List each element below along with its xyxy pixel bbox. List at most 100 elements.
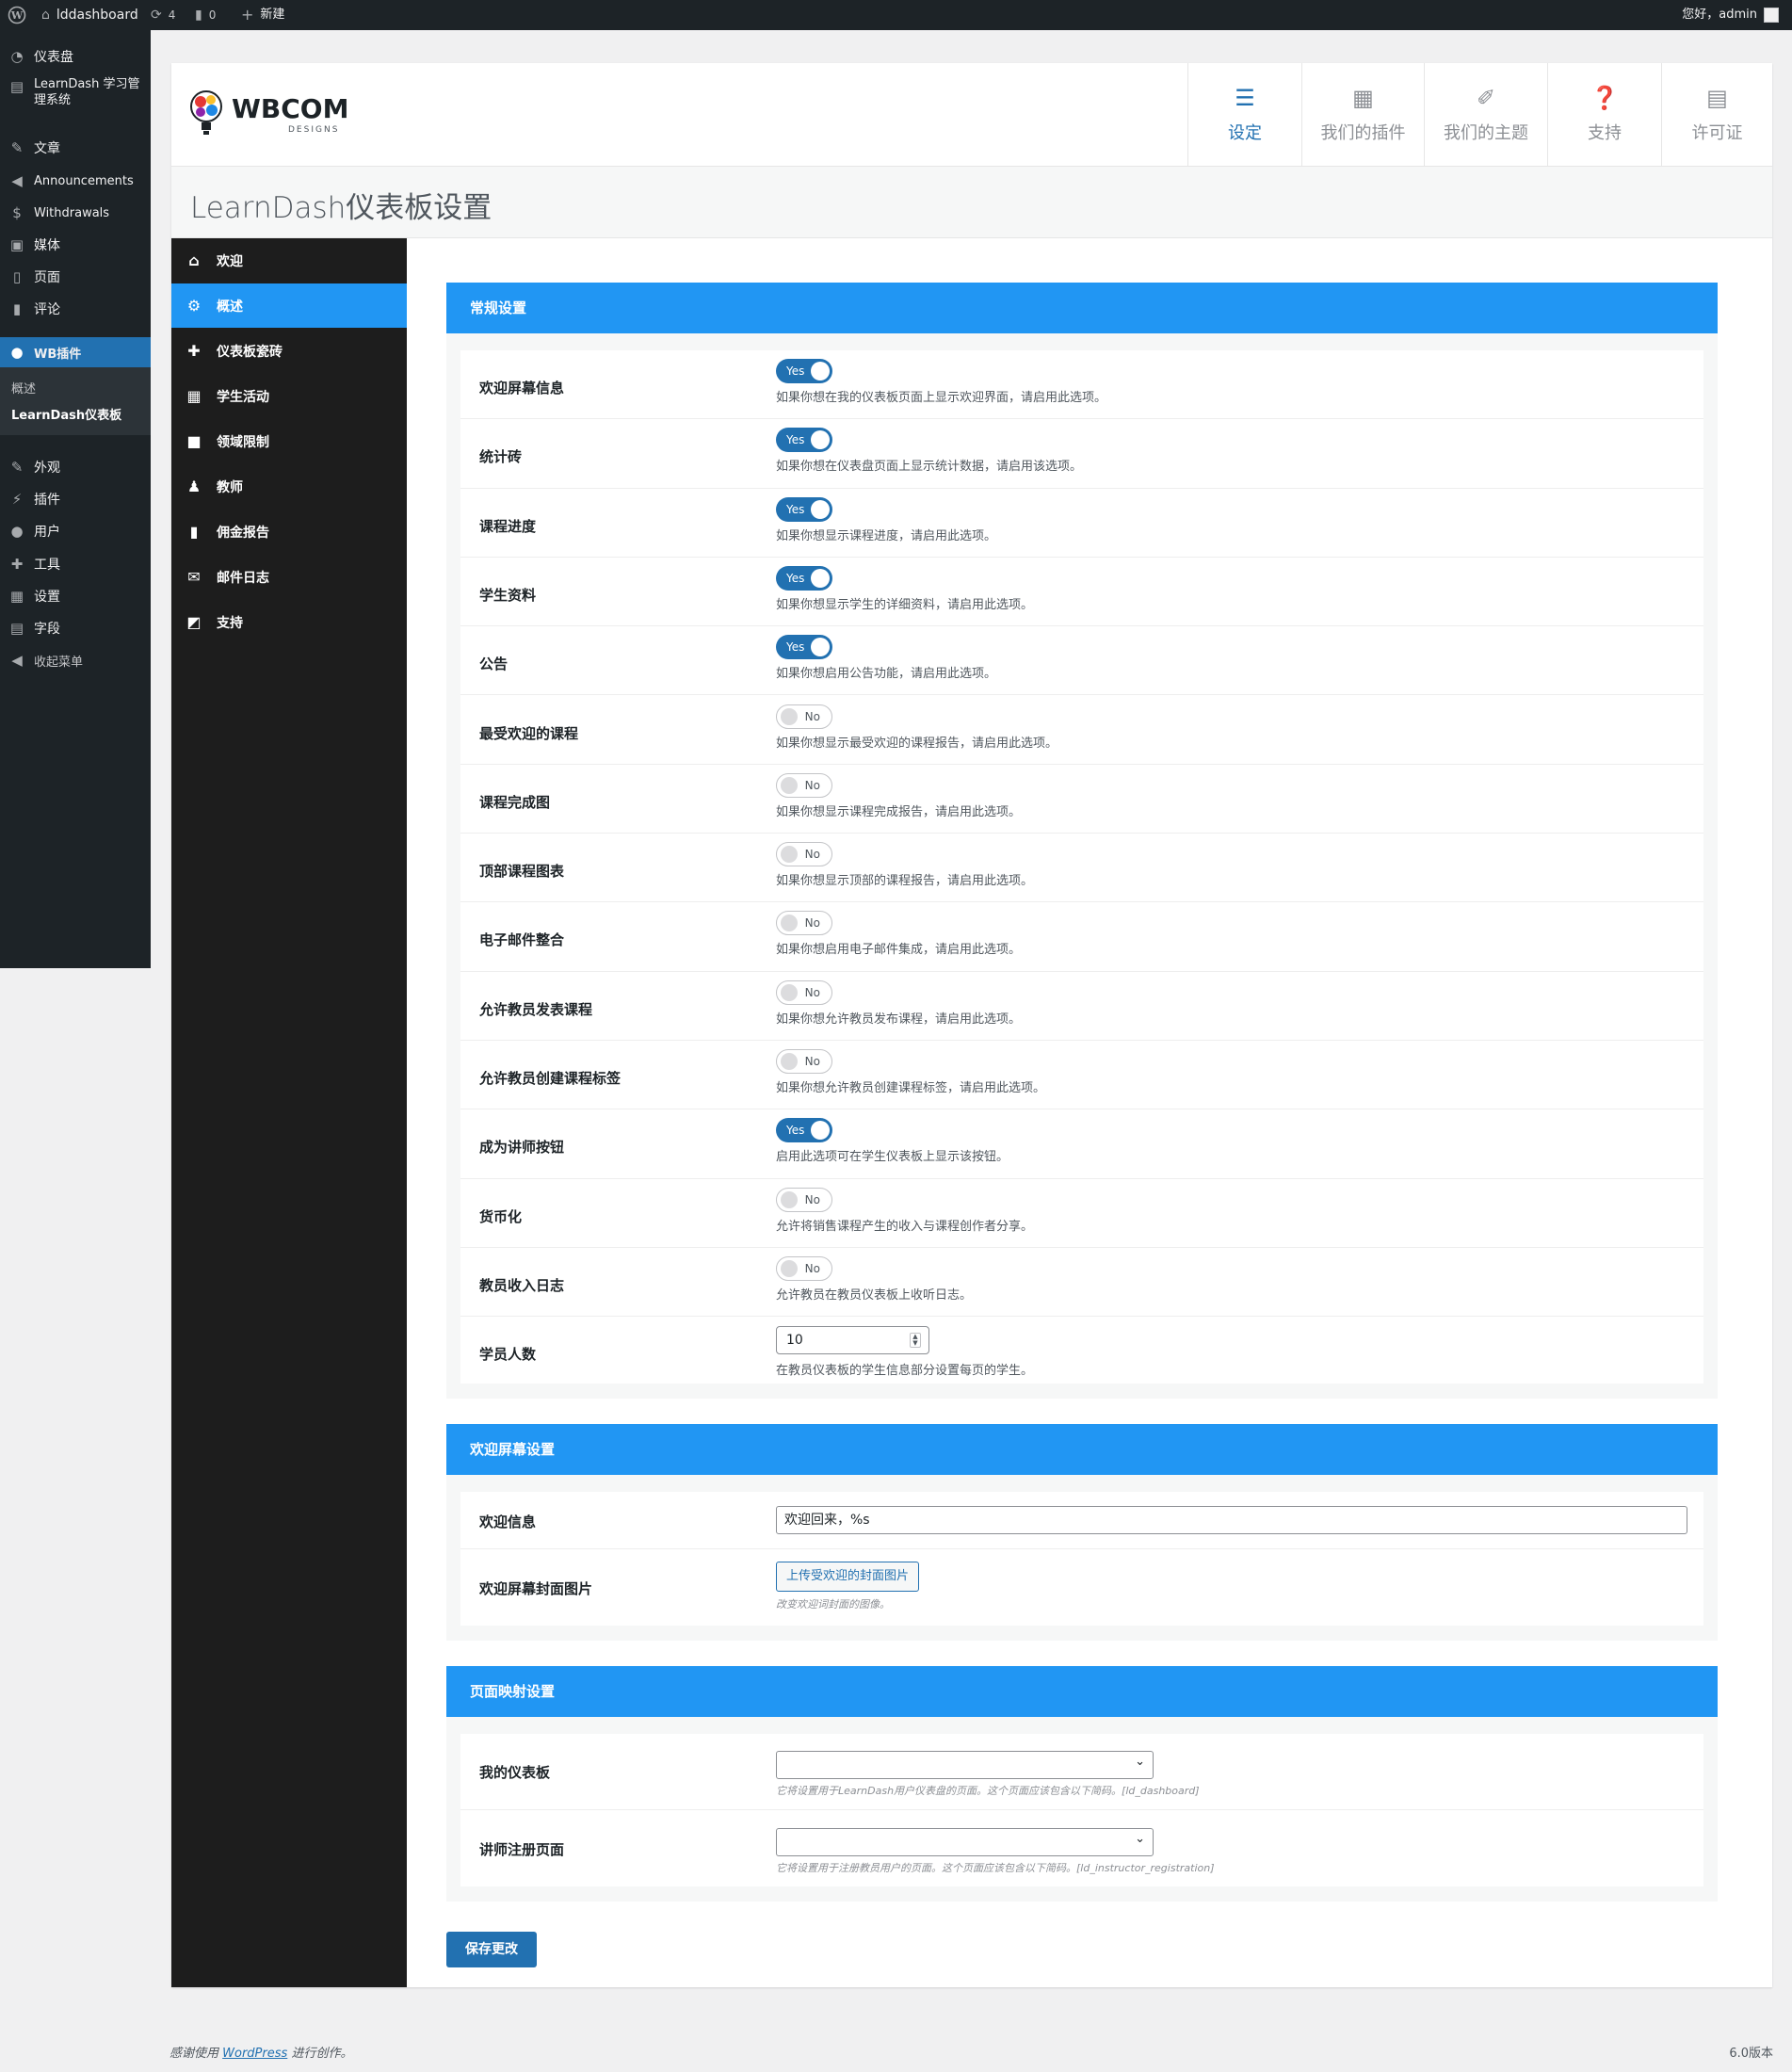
toggle-switch[interactable]: Yes <box>776 1118 832 1143</box>
menu-collapse[interactable]: ◀ 收起菜单 <box>0 645 151 675</box>
students-per-page-input[interactable]: 10 ▲ ▼ <box>776 1326 929 1355</box>
wordpress-logo-icon[interactable]: W <box>8 0 26 30</box>
updates-link[interactable]: ⟳ 4 <box>151 0 175 30</box>
menu-pages[interactable]: ▯ 页面 <box>0 262 151 292</box>
setting-description: 它将设置用于注册教员用户的页面。这个页面应该包含以下简码。[ld_instruc… <box>776 1862 1215 1874</box>
setting-label: 公告 <box>479 656 509 673</box>
site-name: lddashboard <box>56 8 138 23</box>
toggle-state: No <box>804 709 820 723</box>
nav-teachers[interactable]: ♟ 教师 <box>171 464 407 509</box>
sliders-icon: ☰ <box>1235 85 1255 111</box>
nav-welcome[interactable]: ⌂ 欢迎 <box>171 238 407 283</box>
toggle-state: No <box>804 1192 820 1206</box>
menu-learndash[interactable]: ▤ LearnDash 学习管理系统 <box>0 76 151 116</box>
submenu-learndash-dashboard[interactable]: LearnDash仪表板 <box>11 405 121 423</box>
new-label: 新建 <box>260 8 285 22</box>
menu-dashboard[interactable]: ◔ 仪表盘 <box>0 41 151 72</box>
logo-subtitle: DESIGNS <box>288 125 340 135</box>
chevron-down-icon: ⌄ <box>1135 1755 1145 1769</box>
upload-cover-button[interactable]: 上传受欢迎的封面图片 <box>776 1562 920 1592</box>
menu-media[interactable]: ▣ 媒体 <box>0 230 151 260</box>
toggle-switch[interactable]: No <box>776 911 832 936</box>
setting-description: 如果你想在仪表盘页面上显示统计数据，请启用该选项。 <box>776 460 1083 475</box>
submenu-overview[interactable]: 概述 <box>11 379 36 397</box>
nav-overview[interactable]: ⚙ 概述 <box>171 283 407 328</box>
license-icon: ▤ <box>1706 85 1728 111</box>
version-text: 6.0版本 <box>1729 2047 1773 2061</box>
my-account-link[interactable]: 您好，admin <box>1682 0 1779 30</box>
toggle-switch[interactable]: No <box>776 1049 832 1074</box>
toggle-switch[interactable]: Yes <box>776 635 832 660</box>
nav-support[interactable]: ◩ 支持 <box>171 600 407 644</box>
toggle-state: No <box>804 916 820 931</box>
comment-icon: ▮ <box>12 300 22 317</box>
setting-label: 最受欢迎的课程 <box>479 724 579 742</box>
menu-posts[interactable]: ✎ 文章 <box>0 133 151 163</box>
menu-plugins[interactable]: ⚡ 插件 <box>0 484 151 514</box>
menu-users[interactable]: ● 用户 <box>0 516 151 546</box>
nav-email-log[interactable]: ✉ 邮件日志 <box>171 555 407 599</box>
fields-icon: ▤ <box>9 620 24 637</box>
submenu-wb-plugins: 概述 LearnDash仪表板 <box>0 367 151 435</box>
menu-announcements[interactable]: ◀ Announcements <box>0 166 151 196</box>
setting-row: 课程完成图 No 如果你想显示课程完成报告，请启用此选项。 <box>460 765 1703 834</box>
menu-appearance[interactable]: ✎ 外观 <box>0 452 151 482</box>
menu-comments[interactable]: ▮ 评论 <box>0 294 151 324</box>
spinner-icon[interactable]: ▲ ▼ <box>910 1333 921 1349</box>
nav-student-activity[interactable]: ▦ 学生活动 <box>171 374 407 418</box>
comments-link[interactable]: ▮ 0 <box>195 0 216 30</box>
setting-description: 如果你想启用电子邮件集成，请启用此选项。 <box>776 943 1022 958</box>
dashboard-icon: ◔ <box>10 48 24 65</box>
toggle-switch[interactable]: Yes <box>776 428 832 453</box>
menu-tools[interactable]: ✚ 工具 <box>0 549 151 579</box>
toggle-switch[interactable]: No <box>776 979 832 1005</box>
setting-row: 讲师注册页面 ⌄ 它将设置用于注册教员用户的页面。这个页面应该包含以下简码。[l… <box>460 1810 1703 1886</box>
nav-domain-restriction[interactable]: ■ 领域限制 <box>171 419 407 463</box>
nav-dashboard-tiles[interactable]: ✚ 仪表板瓷砖 <box>171 329 407 373</box>
plug-icon: ⚡ <box>11 491 23 508</box>
setting-label: 欢迎屏幕封面图片 <box>479 1580 593 1597</box>
setting-label: 货币化 <box>479 1207 523 1225</box>
nav-commission-report[interactable]: ▮ 佣金报告 <box>171 510 407 554</box>
tab-our-themes[interactable]: ✐ 我们的主题 <box>1424 63 1547 167</box>
dashboard-page-select[interactable]: ⌄ <box>776 1751 1154 1779</box>
setting-row: 成为讲师按钮 Yes 启用此选项可在学生仪表板上显示该按钮。 <box>460 1109 1703 1179</box>
toggle-state: No <box>804 1261 820 1275</box>
section-header: 欢迎屏幕设置 <box>446 1424 1718 1475</box>
tab-our-plugins[interactable]: ▦ 我们的插件 <box>1301 63 1424 167</box>
menu-fields[interactable]: ▤ 字段 <box>0 613 151 643</box>
toggle-switch[interactable]: No <box>776 704 832 729</box>
toggle-switch[interactable]: Yes <box>776 565 832 591</box>
toggle-switch[interactable]: Yes <box>776 359 832 383</box>
lock-icon: ■ <box>186 432 202 450</box>
site-name-link[interactable]: ⌂ lddashboard <box>41 0 138 30</box>
toggle-knob <box>811 568 830 588</box>
setting-row: 学员人数 10 ▲ ▼ 在教员仪表板的学生信息部分设置每页的学生。 <box>460 1317 1703 1385</box>
toggle-switch[interactable]: No <box>776 1255 832 1281</box>
toggle-knob <box>781 776 798 794</box>
setting-label: 成为讲师按钮 <box>479 1139 565 1157</box>
toggle-switch[interactable]: No <box>776 842 832 867</box>
menu-settings[interactable]: ▦ 设置 <box>0 581 151 611</box>
menu-wb-plugins[interactable]: ● WB插件 <box>0 337 151 367</box>
toggle-knob <box>781 707 798 725</box>
setting-description: 如果你想显示顶部的课程报告，请启用此选项。 <box>776 874 1034 889</box>
toggle-switch[interactable]: No <box>776 772 832 798</box>
wordpress-link[interactable]: WordPress <box>222 2047 287 2061</box>
setting-row: 允许教员发表课程 No 如果你想允许教员发布课程，请启用此选项。 <box>460 972 1703 1041</box>
svg-text:W: W <box>10 9 24 22</box>
save-changes-button[interactable]: 保存更改 <box>446 1932 537 1967</box>
instructor-registration-select[interactable]: ⌄ <box>776 1828 1154 1856</box>
toggle-switch[interactable]: Yes <box>776 496 832 522</box>
menu-withdrawals[interactable]: $ Withdrawals <box>0 198 151 228</box>
new-content-link[interactable]: + 新建 <box>241 0 284 30</box>
user-icon: ● <box>10 523 24 540</box>
admin-menu: ◔ 仪表盘 ▤ LearnDash 学习管理系统 ✎ 文章 ◀ Announcement… <box>0 30 151 968</box>
tab-license[interactable]: ▤ 许可证 <box>1661 63 1772 167</box>
setting-label: 统计砖 <box>479 448 523 466</box>
toggle-knob <box>781 915 798 932</box>
tab-support[interactable]: ❓ 支持 <box>1547 63 1661 167</box>
toggle-switch[interactable]: No <box>776 1187 832 1212</box>
welcome-message-input[interactable]: 欢迎回来，%s <box>776 1506 1687 1534</box>
tab-settings[interactable]: ☰ 设定 <box>1187 63 1301 167</box>
